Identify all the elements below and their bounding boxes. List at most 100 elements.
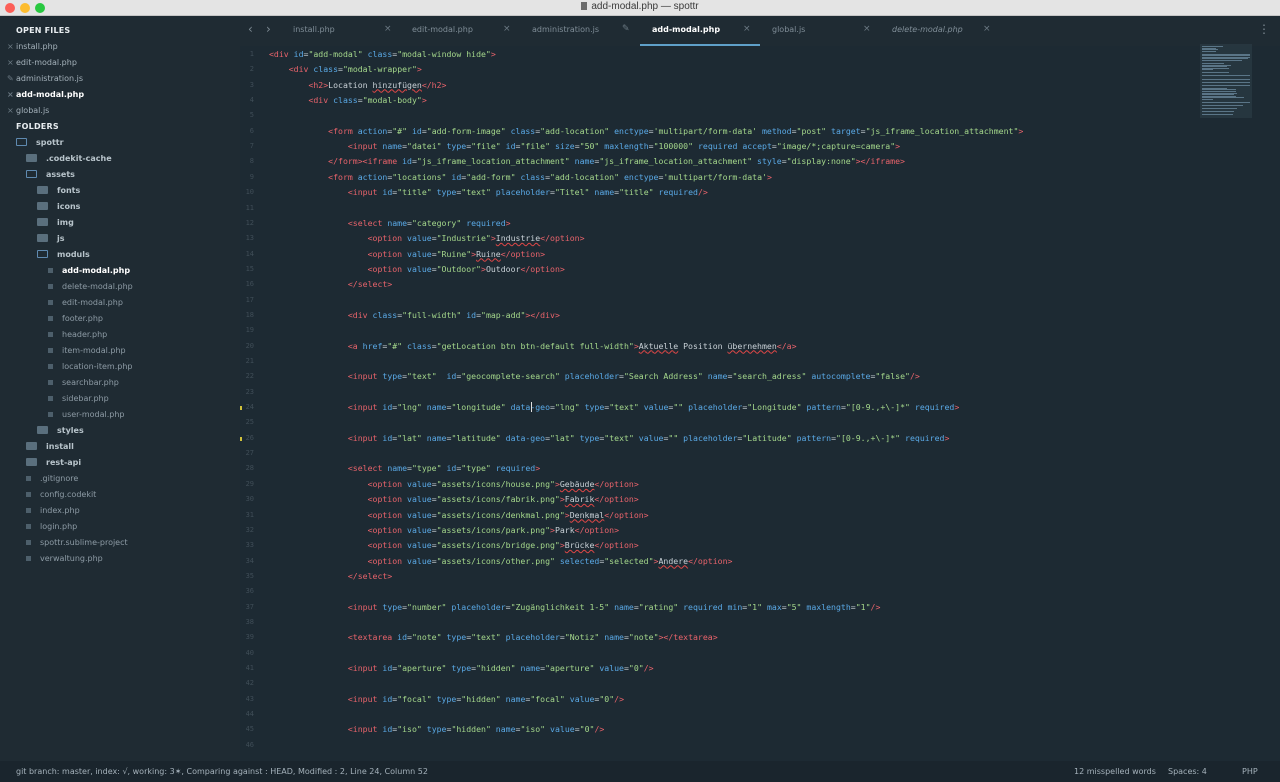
open-file-item[interactable]: × edit-modal.php: [7, 58, 77, 67]
code-line[interactable]: <option value="assets/icons/park.png">Pa…: [269, 525, 619, 535]
tab-administration-js[interactable]: administration.js ✎: [520, 16, 640, 46]
tab-close-icon[interactable]: ×: [384, 24, 392, 34]
file-item[interactable]: login.php: [26, 522, 77, 531]
code-line[interactable]: <div class="full-width" id="map-add"></d…: [269, 310, 560, 320]
file-icon: [26, 476, 31, 481]
open-file-item[interactable]: × global.js: [7, 106, 49, 115]
tab-install-php[interactable]: install.php ×: [281, 16, 401, 46]
folder-item[interactable]: rest-api: [26, 458, 81, 467]
file-item[interactable]: verwaltung.php: [26, 554, 103, 563]
file-item[interactable]: item-modal.php: [48, 346, 126, 355]
open-file-item[interactable]: ✎ administration.js: [7, 74, 83, 83]
code-line[interactable]: <form action="#" id="add-form-image" cla…: [269, 126, 1023, 136]
file-item[interactable]: add-modal.php: [48, 266, 130, 275]
tab-close-icon[interactable]: ×: [503, 24, 511, 34]
code-line[interactable]: <textarea id="note" type="text" placehol…: [269, 632, 718, 642]
folder-item[interactable]: img: [37, 218, 74, 227]
folder-item[interactable]: install: [26, 442, 74, 451]
folder-item[interactable]: styles: [37, 426, 84, 435]
open-file-item[interactable]: × add-modal.php: [7, 90, 84, 99]
code-line[interactable]: <input name="datei" type="file" id="file…: [269, 141, 900, 151]
folder-item[interactable]: js: [37, 234, 65, 243]
folder-item[interactable]: icons: [37, 202, 80, 211]
code-line[interactable]: <input id="focal" type="hidden" name="fo…: [269, 694, 624, 704]
file-item[interactable]: searchbar.php: [48, 378, 119, 387]
code-line[interactable]: <form action="locations" id="add-form" c…: [269, 172, 772, 182]
file-item[interactable]: delete-modal.php: [48, 282, 133, 291]
code-line[interactable]: </select>: [269, 279, 392, 289]
file-item[interactable]: location-item.php: [48, 362, 132, 371]
code-line[interactable]: <a href="#" class="getLocation btn btn-d…: [269, 341, 797, 351]
folder-item[interactable]: .codekit-cache: [26, 154, 112, 163]
code-line[interactable]: <div class="modal-body">: [269, 95, 426, 105]
open-file-item[interactable]: × install.php: [7, 42, 58, 51]
code-line[interactable]: <select name="category" required>: [269, 218, 511, 228]
file-item[interactable]: .gitignore: [26, 474, 78, 483]
folder-item[interactable]: fonts: [37, 186, 80, 195]
code-line[interactable]: <div class="modal-wrapper">: [269, 64, 422, 74]
code-line[interactable]: <option value="assets/icons/bridge.png">…: [269, 540, 639, 550]
code-line[interactable]: <select name="type" id="type" required>: [269, 463, 540, 473]
code-line[interactable]: <option value="Ruine">Ruine</option>: [269, 249, 546, 259]
line-number: 27: [245, 449, 254, 458]
tab-add-modal-php[interactable]: add-modal.php ×: [640, 16, 760, 46]
code-line[interactable]: <input id="title" type="text" placeholde…: [269, 187, 708, 197]
syntax-status[interactable]: PHP: [1242, 767, 1258, 776]
code-token: "file": [471, 141, 501, 152]
folder-item[interactable]: moduls: [37, 250, 90, 259]
close-icon[interactable]: ×: [7, 58, 14, 67]
code-line[interactable]: <input id="lat" name="latitude" data-geo…: [269, 433, 950, 443]
file-item[interactable]: header.php: [48, 330, 107, 339]
pencil-icon[interactable]: ✎: [7, 74, 14, 83]
code-token: <select: [347, 217, 388, 228]
minimap[interactable]: [1200, 44, 1252, 118]
close-icon[interactable]: ×: [7, 106, 14, 115]
tab-close-icon[interactable]: ×: [863, 24, 871, 34]
tab-edit-modal-php[interactable]: edit-modal.php ×: [400, 16, 520, 46]
code-line[interactable]: <input id="lng" name="longitude" data-ge…: [269, 402, 959, 412]
code-editor[interactable]: 1 2 3 4 5 6 7 8 9 10 11 12 13 14 15 16 17 18 19 20 21 22 23 24 2…: [240, 46, 1280, 761]
code-token: action: [357, 171, 388, 182]
close-icon[interactable]: ×: [7, 90, 14, 99]
tab-global-js[interactable]: global.js ×: [760, 16, 880, 46]
code-line[interactable]: <input id="aperture" type="hidden" name=…: [269, 663, 654, 673]
file-item[interactable]: spottr.sublime-project: [26, 538, 128, 547]
close-icon[interactable]: ×: [7, 42, 14, 51]
code-line[interactable]: <option value="assets/icons/other.png" s…: [269, 556, 733, 566]
code-line[interactable]: <option value="Industrie">Industrie</opt…: [269, 233, 585, 243]
code-line[interactable]: <option value="assets/icons/house.png">G…: [269, 479, 639, 489]
tab-close-icon[interactable]: ×: [983, 24, 991, 34]
code-line[interactable]: <option value="Outdoor">Outdoor</option>: [269, 264, 565, 274]
code-token: "locations": [392, 171, 447, 182]
code-line[interactable]: <div id="add-modal" class="modal-window …: [269, 49, 496, 59]
code-token: type: [431, 187, 457, 198]
file-item[interactable]: sidebar.php: [48, 394, 109, 403]
code-line[interactable]: <h2>Location hinzufügen</h2>: [269, 80, 446, 90]
code-line[interactable]: </select>: [269, 571, 392, 581]
tab-close-icon[interactable]: ×: [743, 24, 751, 34]
folder-item[interactable]: spottr: [16, 138, 64, 147]
code-token: />: [909, 371, 920, 382]
tab-back-icon[interactable]: ‹: [248, 22, 253, 36]
file-item[interactable]: index.php: [26, 506, 80, 515]
code-line[interactable]: <option value="assets/icons/denkmal.png"…: [269, 510, 649, 520]
code-token: name: [500, 693, 526, 704]
tab-delete-modal-php[interactable]: delete-modal.php ×: [880, 16, 1000, 46]
indentation-status[interactable]: Spaces: 4: [1168, 767, 1207, 776]
more-menu-icon[interactable]: ⋮: [1258, 22, 1270, 36]
code-line[interactable]: <option value="assets/icons/fabrik.png">…: [269, 494, 639, 504]
folder-item[interactable]: assets: [26, 170, 75, 179]
code-token: "lng": [397, 402, 422, 413]
file-item[interactable]: edit-modal.php: [48, 298, 123, 307]
code-line[interactable]: </form><iframe id="js_iframe_location_at…: [269, 156, 905, 166]
tab-forward-icon[interactable]: ›: [266, 22, 271, 36]
spelling-status[interactable]: 12 misspelled words: [1074, 767, 1156, 776]
file-item[interactable]: config.codekit: [26, 490, 96, 499]
code-line[interactable]: <input type="text" id="geocomplete-searc…: [269, 371, 920, 381]
file-item[interactable]: footer.php: [48, 314, 103, 323]
code-line[interactable]: <input id="iso" type="hidden" name="iso"…: [269, 724, 604, 734]
code-line[interactable]: <input type="number" placeholder="Zugäng…: [269, 602, 881, 612]
file-item[interactable]: user-modal.php: [48, 410, 124, 419]
modified-icon[interactable]: ✎: [622, 24, 630, 34]
